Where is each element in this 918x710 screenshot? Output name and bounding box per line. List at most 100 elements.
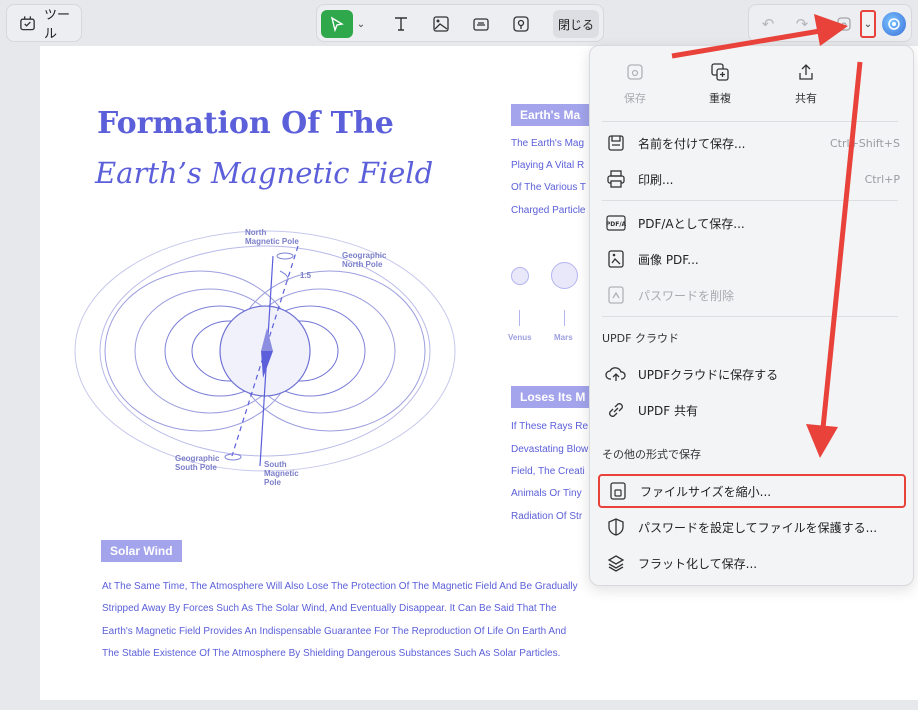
solar-wind-line: At The Same Time, The Atmosphere Will Al… — [102, 581, 578, 592]
save-to-cloud-label: UPDFクラウドに保存する — [638, 367, 779, 382]
share-label: 共有 — [795, 92, 817, 105]
menu-top-actions: 保存 重複 共有 — [590, 46, 913, 121]
document-title-line1: Formation Of The — [97, 106, 394, 141]
solar-wind-line: The Stable Existence Of The Atmosphere B… — [102, 648, 561, 659]
save-icon — [837, 17, 851, 31]
ai-assistant-icon — [888, 18, 900, 30]
select-tool-dropdown[interactable]: ⌄ — [355, 10, 367, 38]
reduce-file-size-label: ファイルサイズを縮小... — [640, 484, 772, 499]
remove-password-item[interactable]: パスワードを削除 — [598, 278, 906, 312]
print-item[interactable]: 印刷... Ctrl+P — [598, 162, 906, 196]
share-icon — [799, 64, 813, 80]
menu-save-button[interactable]: 保存 — [605, 62, 665, 106]
solar-wind-line: Earth's Magnetic Field Provides An Indis… — [102, 626, 567, 637]
redo-icon: ↷ — [795, 15, 809, 33]
menu-share-button[interactable]: 共有 — [776, 62, 836, 106]
mars-label: Mars — [554, 333, 573, 342]
mars-planet — [551, 262, 578, 289]
chevron-down-icon: ⌄ — [863, 18, 873, 30]
select-tool-button[interactable] — [321, 10, 353, 38]
text-tool-button[interactable] — [387, 10, 415, 38]
tools-button[interactable]: ツール — [6, 4, 82, 42]
tools-icon — [20, 16, 35, 31]
redo-button[interactable]: ↷ — [789, 11, 815, 37]
cloud-section-header: UPDF クラウド — [602, 332, 679, 345]
south-magnetic-pole-label: South Magnetic Pole — [264, 460, 299, 487]
flatten-save-label: フラット化して保存... — [638, 556, 758, 571]
section1-line: Of The Various T — [511, 182, 587, 193]
save-as-item[interactable]: 名前を付けて保存... Ctrl+Shift+S — [598, 126, 906, 160]
north-magnetic-pole-label: North Magnetic Pole — [245, 228, 299, 246]
save-icon — [627, 64, 643, 80]
stamp-icon — [513, 16, 529, 32]
compress-icon — [606, 479, 630, 503]
image-tool-button[interactable] — [427, 10, 455, 38]
print-label: 印刷... — [638, 172, 674, 187]
link-icon — [604, 398, 628, 422]
updf-share-item[interactable]: UPDF 共有 — [598, 393, 906, 427]
section2-line: Devastating Blow — [511, 444, 589, 455]
menu-divider — [602, 200, 898, 201]
print-shortcut: Ctrl+P — [864, 172, 900, 186]
save-options-dropdown[interactable]: ⌄ — [860, 10, 876, 38]
shield-icon — [604, 515, 628, 539]
section1-line: Charged Particle — [511, 205, 586, 216]
edit-tools-group: ⌄ 閉じる — [316, 4, 604, 42]
pdfa-icon: PDF/A — [604, 211, 628, 235]
section-tag-earths: Earth's Ma — [511, 104, 590, 126]
section2-line: Animals Or Tiny — [511, 488, 582, 499]
save-toolbar-button[interactable] — [831, 11, 857, 37]
save-as-shortcut: Ctrl+Shift+S — [830, 136, 900, 150]
undo-button[interactable]: ↶ — [755, 11, 781, 37]
solar-wind-line: Stripped Away By Forces Such As The Sola… — [102, 603, 557, 614]
save-label: 保存 — [624, 92, 646, 105]
document-title-line2: Earth’s Magnetic Field — [95, 156, 434, 190]
image-icon — [433, 16, 449, 32]
image-pdf-icon — [604, 247, 628, 271]
save-to-cloud-item[interactable]: UPDFクラウドに保存する — [598, 357, 906, 391]
protect-password-item[interactable]: パスワードを設定してファイルを保護する... — [598, 510, 906, 544]
save-options-menu: 保存 重複 共有 名前を付けて保存... Ctrl+Shift+S 印刷... … — [589, 45, 914, 586]
section2-line: If These Rays Re — [511, 421, 589, 432]
reduce-file-size-item[interactable]: ファイルサイズを縮小... — [598, 474, 906, 508]
top-toolbar: ツール ⌄ 閉じる ↶ ↷ ⌄ — [0, 0, 918, 46]
tilt-angle-label: 1.5 — [300, 271, 312, 280]
layers-icon — [604, 551, 628, 575]
save-as-icon — [604, 131, 628, 155]
image-pdf-item[interactable]: 画像 PDF... — [598, 242, 906, 276]
unlock-icon — [604, 283, 628, 307]
updf-share-label: UPDF 共有 — [638, 403, 698, 418]
svg-text:PDF/A: PDF/A — [606, 221, 627, 228]
venus-planet — [511, 267, 529, 285]
save-as-label: 名前を付けて保存... — [638, 136, 746, 151]
avatar[interactable] — [882, 12, 906, 36]
duplicate-label: 重複 — [709, 92, 731, 105]
protect-password-label: パスワードを設定してファイルを保護する... — [638, 520, 878, 535]
venus-marker — [519, 310, 520, 326]
right-tools-group: ↶ ↷ ⌄ — [748, 4, 912, 42]
section1-line: The Earth's Mag — [511, 138, 585, 149]
stamp-tool-button[interactable] — [507, 10, 535, 38]
tools-label: ツール — [44, 8, 71, 42]
undo-icon: ↶ — [761, 15, 775, 33]
geographic-south-pole-label: Geographic South Pole — [175, 454, 220, 472]
section2-line: Field, The Creati — [511, 466, 585, 477]
mars-marker — [564, 310, 565, 326]
chevron-down-icon: ⌄ — [356, 18, 366, 30]
section-tag-loses: Loses Its M — [511, 386, 595, 408]
flatten-save-item[interactable]: フラット化して保存... — [598, 546, 906, 580]
link-tool-button[interactable] — [467, 10, 495, 38]
text-icon — [395, 17, 407, 31]
link-icon — [473, 18, 489, 31]
printer-icon — [604, 167, 628, 191]
save-pdfa-item[interactable]: PDF/A PDF/Aとして保存... — [598, 206, 906, 240]
menu-divider — [602, 316, 898, 317]
menu-duplicate-button[interactable]: 重複 — [690, 62, 750, 106]
save-pdfa-label: PDF/Aとして保存... — [638, 216, 745, 231]
menu-divider — [602, 121, 898, 122]
close-button[interactable]: 閉じる — [553, 10, 599, 38]
remove-password-label: パスワードを削除 — [638, 288, 735, 303]
section1-line: Playing A Vital R — [511, 160, 585, 171]
section2-line: Radiation Of Str — [511, 511, 583, 522]
cloud-upload-icon — [604, 362, 628, 386]
